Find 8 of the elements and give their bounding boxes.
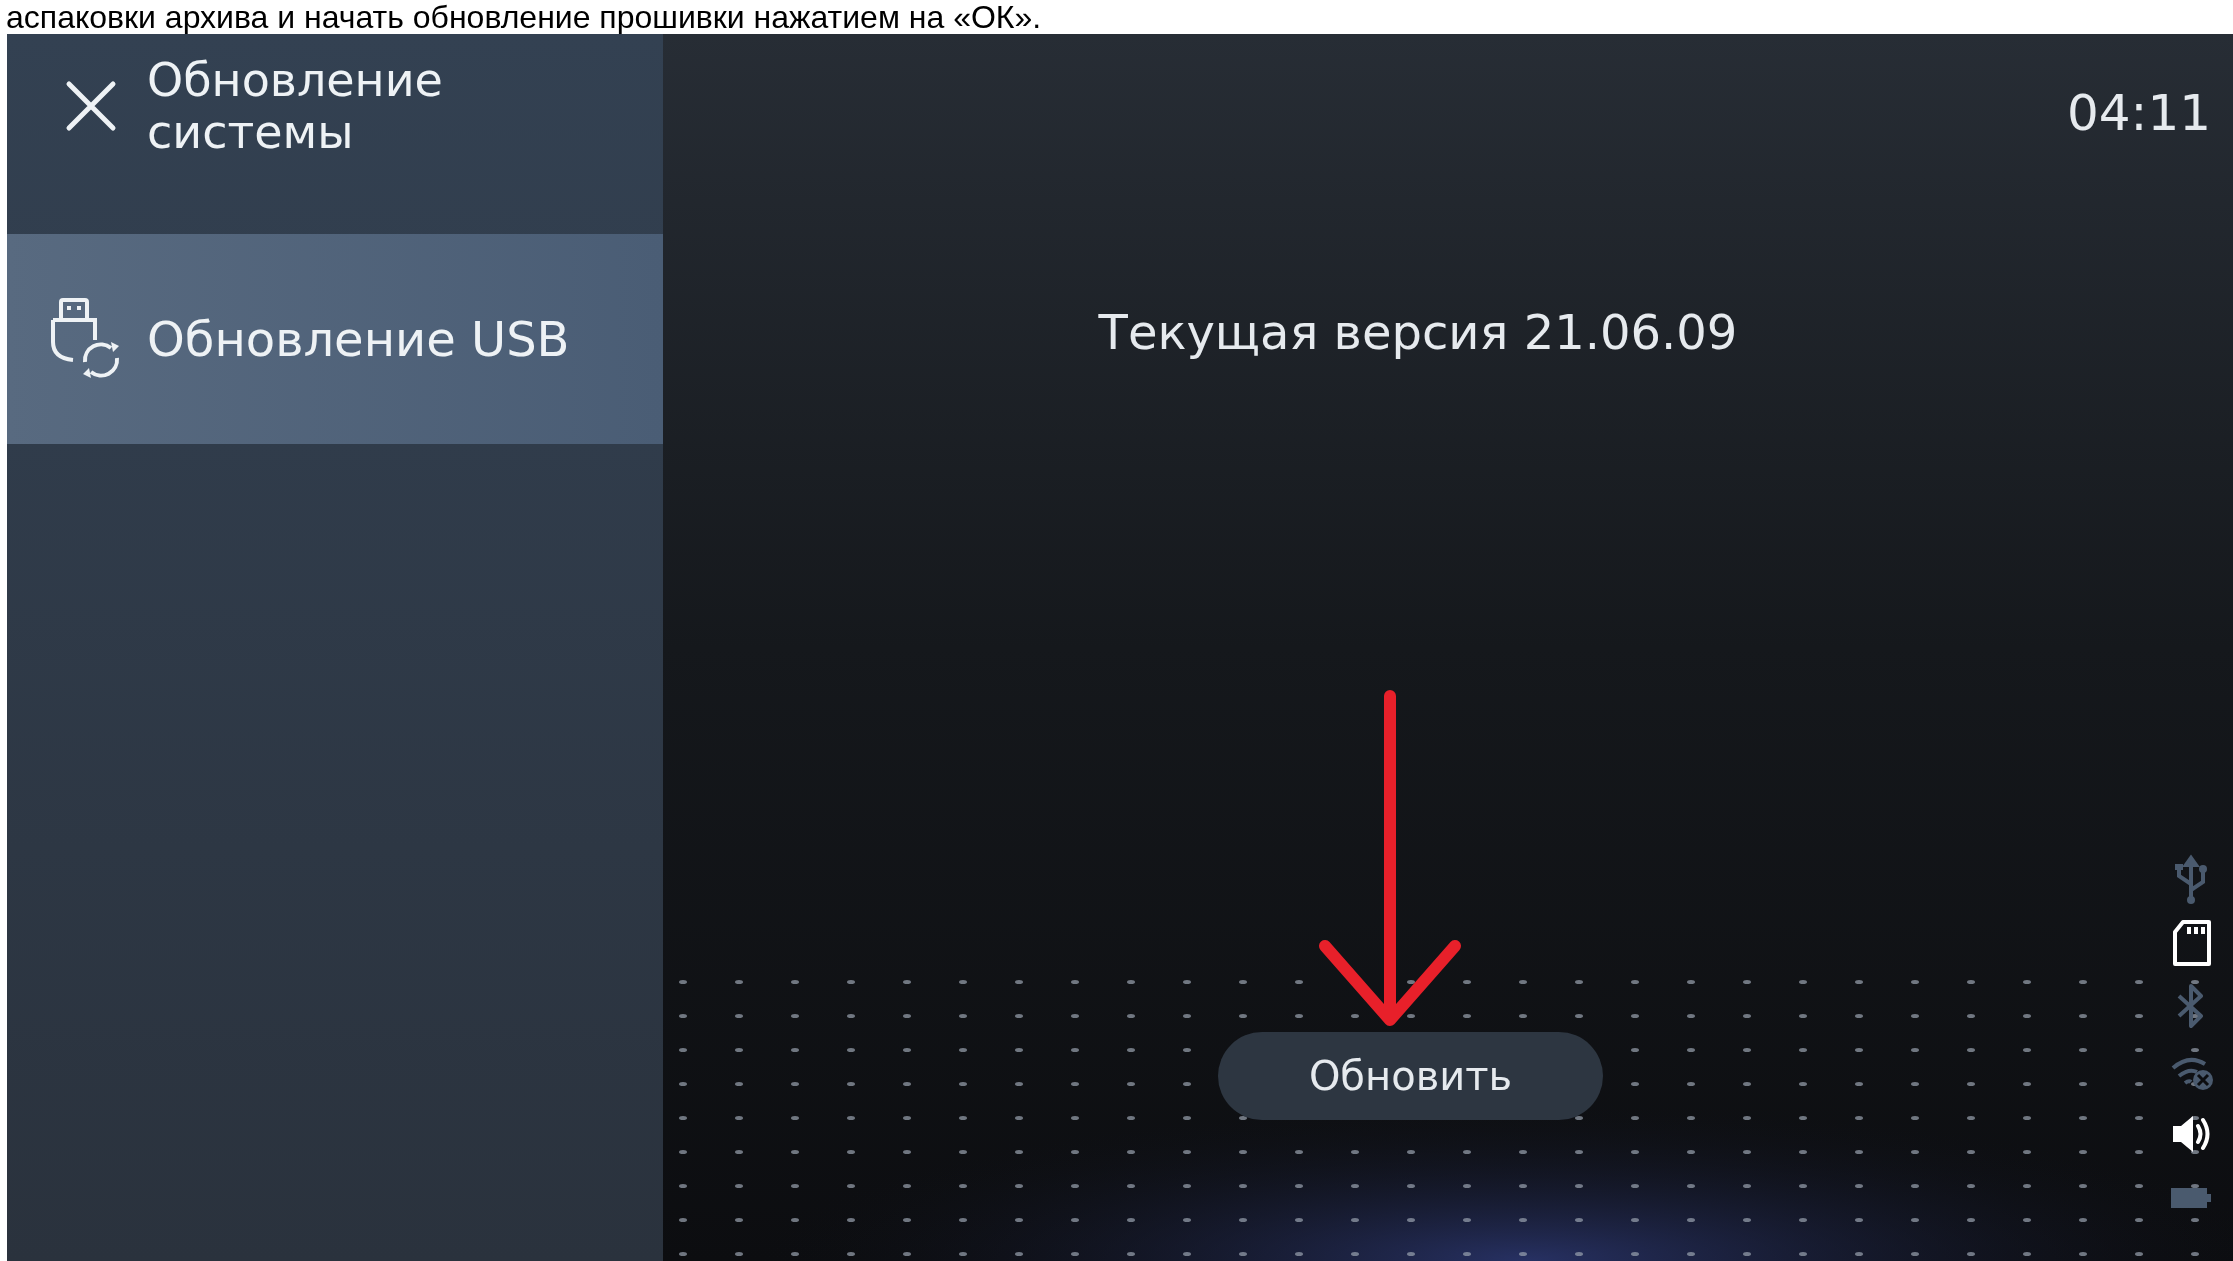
update-button[interactable]: Обновить <box>1218 1032 1603 1120</box>
close-icon[interactable] <box>65 80 117 132</box>
sidebar-item[interactable]: Обновление USB <box>7 234 663 444</box>
sidebar-item-label: Обновление USB <box>147 310 570 369</box>
clock-text: 04:11 <box>2066 83 2211 144</box>
sidebar-title: Обновление системы <box>147 54 444 158</box>
current-version-text: Текущая версия 21.06.09 <box>1098 303 1738 362</box>
page-caption-text: аспаковки архива и начать обновление прошивки нажатием на «ОК». <box>6 0 1042 34</box>
